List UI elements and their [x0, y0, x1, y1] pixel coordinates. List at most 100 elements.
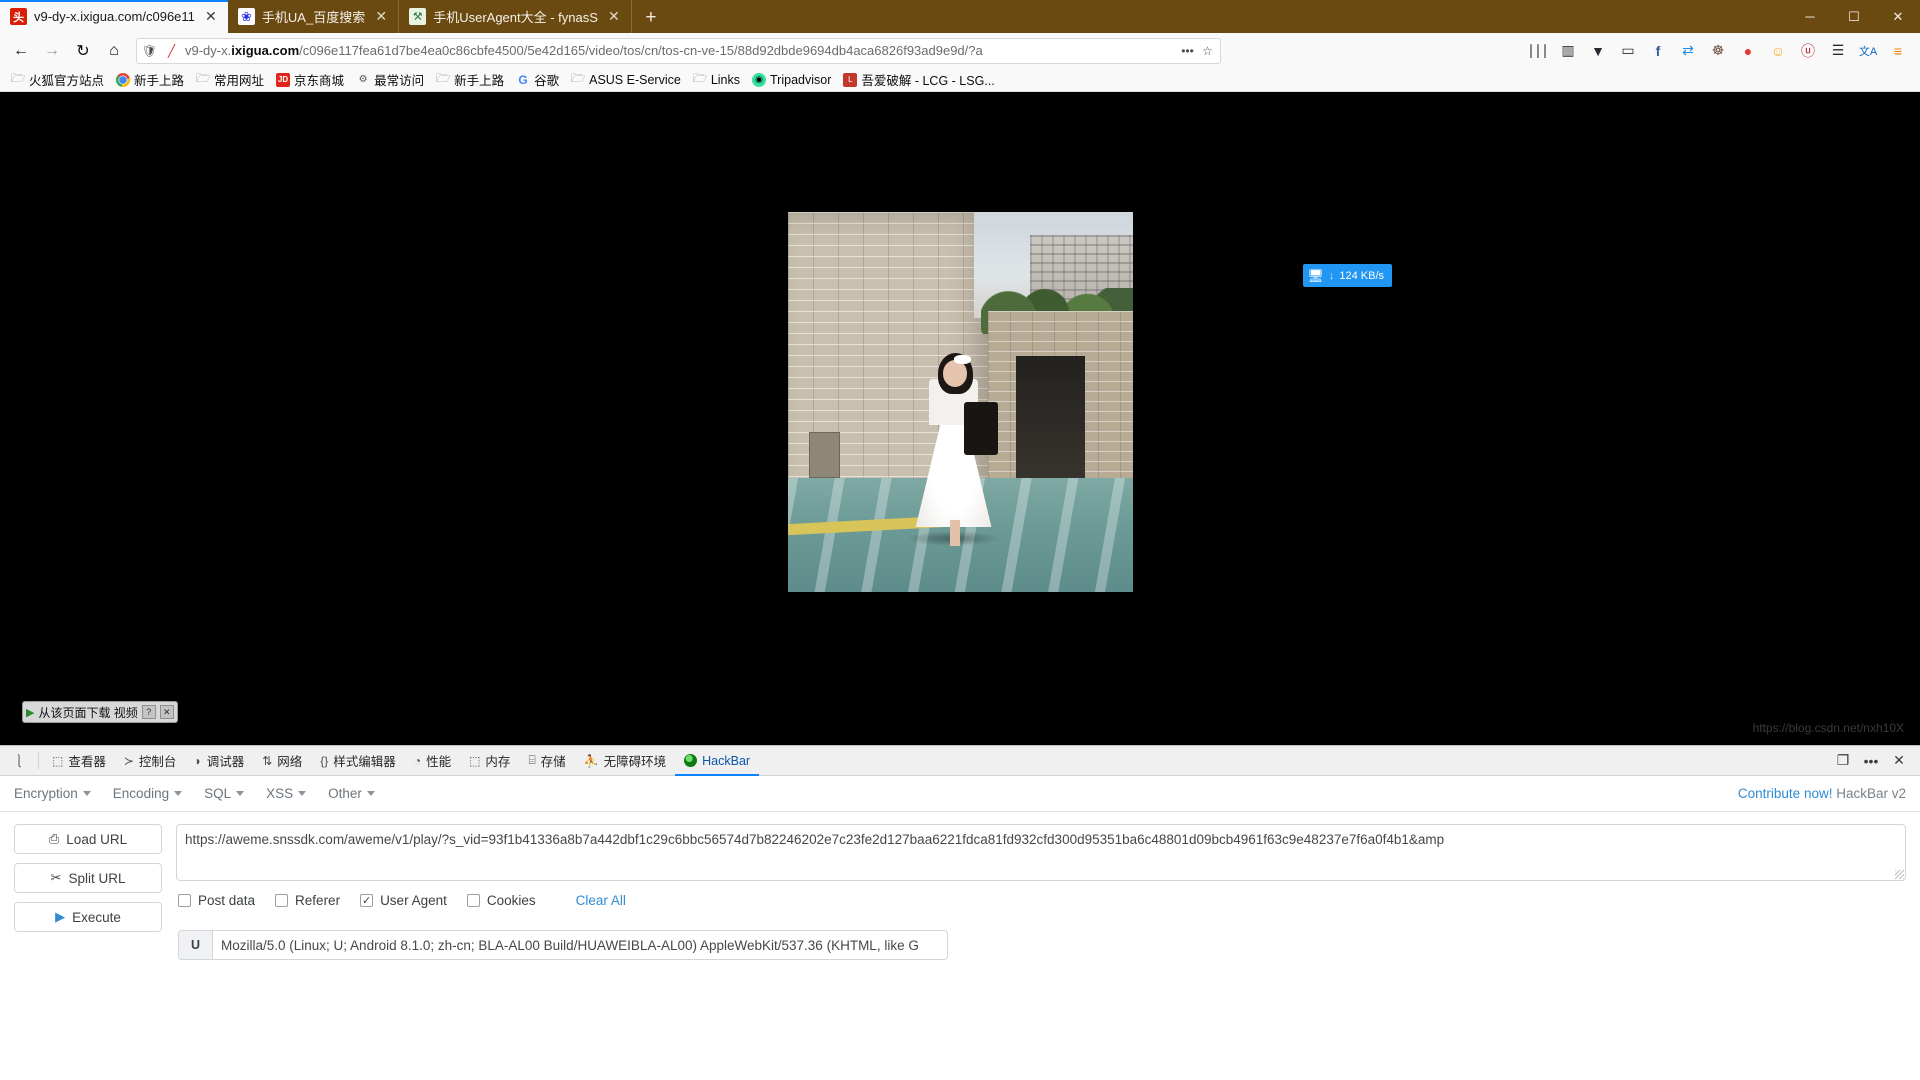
maximize-button[interactable]: ☐	[1832, 0, 1876, 33]
bookmark-item[interactable]: ⚙ 最常访问	[351, 68, 429, 91]
library-icon[interactable]: ∣∣∣	[1524, 37, 1552, 65]
load-url-icon: ⎙	[48, 831, 60, 846]
smiley-extension-icon[interactable]: ☺	[1764, 37, 1792, 65]
ublock-icon[interactable]: ⓤ	[1794, 37, 1822, 65]
post-data-checkbox[interactable]: Post data	[178, 893, 255, 908]
tab-console[interactable]: ≻ 控制台	[115, 746, 186, 775]
bookmark-item[interactable]: JD 京东商城	[271, 68, 349, 91]
video-download-bar[interactable]: ▶ 从该页面下载 视频 ? ✕	[22, 701, 178, 723]
bookmark-item[interactable]: 🗁 常用网址	[191, 68, 269, 91]
load-url-button[interactable]: ⎙ Load URL	[14, 824, 162, 854]
split-url-button[interactable]: ✂ Split URL	[14, 863, 162, 893]
network-speed-badge[interactable]: 🖥 ↓ 124 KB/s	[1303, 264, 1392, 287]
tab-style-editor[interactable]: {} 样式编辑器	[311, 746, 405, 775]
referer-checkbox[interactable]: Referer	[275, 893, 340, 908]
back-button[interactable]: ←	[6, 37, 36, 65]
new-tab-button[interactable]: +	[636, 3, 666, 33]
bookmark-star-icon[interactable]: ☆	[1199, 44, 1216, 58]
user-agent-checkbox[interactable]: ✓ User Agent	[360, 893, 447, 908]
menu-xss[interactable]: XSS	[266, 786, 307, 801]
network-icon: ⇅	[262, 753, 273, 768]
translate-extension-icon[interactable]: 文A	[1854, 37, 1882, 65]
browser-tab-3-title: 手机UserAgent大全 - fynasS	[433, 10, 598, 25]
menu-encryption[interactable]: Encryption	[14, 786, 91, 801]
url-textarea-value: https://aweme.snssdk.com/aweme/v1/play/?…	[185, 832, 1445, 847]
bookmark-item[interactable]: 🗁 新手上路	[431, 68, 509, 91]
devtools-options-icon[interactable]: •••	[1858, 746, 1884, 776]
pocket-icon[interactable]: ▼	[1584, 37, 1612, 65]
devtools-close-icon[interactable]: ✕	[1886, 746, 1912, 776]
tab-network[interactable]: ⇅ 网络	[253, 746, 311, 775]
forward-button[interactable]: →	[37, 37, 67, 65]
proxy-extension-icon[interactable]: ☸	[1704, 37, 1732, 65]
chevron-down-icon	[236, 791, 245, 796]
tab-accessibility[interactable]: ⛹ 无障碍环境	[575, 746, 675, 775]
hackbar-panel: Encryption Encoding SQL XSS Other Contri…	[0, 776, 1920, 1080]
cookies-checkbox[interactable]: Cookies	[466, 893, 536, 908]
button-label: Execute	[72, 909, 121, 925]
browser-tab-1-close-icon[interactable]: ✕	[202, 8, 220, 26]
browser-tab-2-close-icon[interactable]: ✕	[372, 8, 390, 26]
devtools-toolbar-right: ❐ ••• ✕	[1830, 746, 1920, 775]
sidebar-icon[interactable]: ▥	[1554, 37, 1582, 65]
user-agent-input-value[interactable]: Mozilla/5.0 (Linux; U; Android 8.1.0; zh…	[213, 931, 947, 959]
contribute-link[interactable]: Contribute now!	[1738, 786, 1833, 801]
tab-label: 查看器	[68, 755, 106, 769]
close-icon[interactable]: ✕	[159, 705, 174, 719]
adblock-icon[interactable]: ●	[1734, 37, 1762, 65]
element-picker-icon[interactable]: ⎱	[4, 746, 34, 775]
browser-tab-2[interactable]: ❀ 手机UA_百度搜索 ✕	[228, 0, 400, 33]
reload-button[interactable]: ↻	[68, 37, 98, 65]
app-menu-icon[interactable]: ≡	[1884, 37, 1912, 65]
bookmark-item[interactable]: G 谷歌	[511, 68, 564, 91]
tab-label: 存储	[540, 755, 566, 769]
address-bar[interactable]: 🛡 ╱ v9-dy-x.ixigua.com/c096e117fea61d7be…	[136, 37, 1221, 64]
bookmark-item[interactable]: 🗁 Links	[688, 71, 745, 89]
bookmark-item[interactable]: ◉ Tripadvisor	[747, 71, 836, 89]
execute-button[interactable]: ▶ Execute	[14, 902, 162, 932]
bookmark-item[interactable]: L 吾爱破解 - LCG - LSG...	[838, 68, 999, 91]
tab-inspector[interactable]: ⬚ 查看器	[43, 746, 115, 775]
menu-label: Other	[328, 786, 362, 801]
reader-extension-icon[interactable]: ☰	[1824, 37, 1852, 65]
bookmark-item[interactable]: 🗁 火狐官方站点	[6, 68, 109, 91]
shield-icon[interactable]: 🛡	[141, 44, 158, 58]
tab-storage[interactable]: ⌸ 存储	[519, 746, 574, 775]
tab-debugger[interactable]: ◗ 调试器	[185, 746, 253, 775]
minimize-button[interactable]: ─	[1788, 0, 1832, 33]
responsive-design-mode-icon[interactable]: ❐	[1830, 746, 1856, 776]
bookmark-item[interactable]: 🗁 ASUS E-Service	[566, 71, 686, 89]
facebook-container-icon[interactable]: f	[1644, 37, 1672, 65]
browser-tab-1-title: v9-dy-x.ixigua.com/c096e11	[34, 9, 195, 24]
tab-hackbar[interactable]: HackBar	[675, 746, 760, 776]
video-player[interactable]	[788, 212, 1133, 592]
help-icon[interactable]: ?	[141, 705, 156, 719]
hackbar-main-column: https://aweme.snssdk.com/aweme/v1/play/?…	[176, 824, 1906, 960]
menu-other[interactable]: Other	[328, 786, 375, 801]
resize-handle[interactable]	[1895, 870, 1904, 879]
browser-tab-2-title: 手机UA_百度搜索	[261, 10, 366, 25]
tab-label: 网络	[277, 755, 303, 769]
home-button[interactable]: ⌂	[99, 37, 129, 65]
url-textarea[interactable]: https://aweme.snssdk.com/aweme/v1/play/?…	[176, 824, 1906, 881]
close-window-button[interactable]: ✕	[1876, 0, 1920, 33]
browser-tab-3-close-icon[interactable]: ✕	[605, 8, 623, 26]
chat-icon[interactable]: ▭	[1614, 37, 1642, 65]
menu-encoding[interactable]: Encoding	[113, 786, 183, 801]
network-speed-icon: 🖥	[1307, 267, 1324, 283]
browser-tab-1[interactable]: 头 v9-dy-x.ixigua.com/c096e11 ✕	[0, 0, 228, 33]
tab-performance[interactable]: ◔ 性能	[405, 746, 460, 775]
menu-sql[interactable]: SQL	[204, 786, 245, 801]
bookmark-item[interactable]: 新手上路	[111, 68, 189, 91]
download-video-label[interactable]: 从该页面下载 视频	[38, 704, 137, 721]
browser-tab-3[interactable]: ⚒ 手机UserAgent大全 - fynasS ✕	[399, 0, 632, 33]
hackbar-action-buttons: ⎙ Load URL ✂ Split URL ▶ Execute	[14, 824, 162, 960]
tab-memory[interactable]: ⬚ 内存	[460, 746, 519, 775]
refresh-extension-icon[interactable]: ⇄	[1674, 37, 1702, 65]
bookmark-label: 吾爱破解 - LCG - LSG...	[861, 74, 995, 88]
page-actions-icon[interactable]: •••	[1179, 44, 1196, 58]
play-icon: ▶	[26, 706, 35, 719]
user-agent-field[interactable]: U Mozilla/5.0 (Linux; U; Android 8.1.0; …	[178, 930, 948, 960]
clear-all-button[interactable]: Clear All	[576, 893, 626, 908]
checkbox-box	[275, 894, 289, 907]
